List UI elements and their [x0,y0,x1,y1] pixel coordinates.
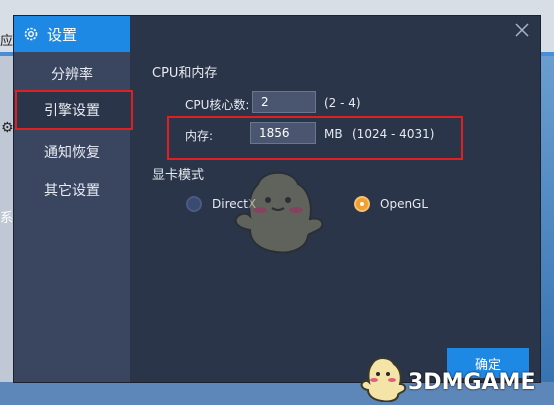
background-right-strip [540,56,554,405]
cpu-memory-section-title: CPU和内存 [152,66,218,81]
settings-sidebar: 设置 分辨率 引擎设置 通知恢复 其它设置 [14,16,130,382]
sidebar-item-label: 通知恢复 [44,145,100,161]
sidebar-header: 设置 [14,16,130,52]
sidebar-item-label: 分辨率 [51,67,93,83]
sidebar-header-title: 设置 [47,25,78,44]
settings-dialog: 设置 分辨率 引擎设置 通知恢复 其它设置 CPU和内存 CPU核心数: (2 … [14,16,540,382]
highlight-box-memory [167,116,463,160]
gear-icon [23,26,39,42]
cpu-cores-input[interactable] [252,91,316,113]
directx-radio[interactable] [186,196,202,212]
background-gear-icon: ⚙ [1,120,14,136]
gpu-mode-section-title: 显卡模式 [152,168,205,183]
watermark-mascot-icon [360,357,407,402]
sidebar-item-label: 其它设置 [44,183,100,199]
settings-content: CPU和内存 CPU核心数: (2 - 4) 内存: MB (1024 - 40… [130,16,540,382]
sidebar-item-other-settings[interactable]: 其它设置 [14,172,130,208]
close-icon[interactable] [514,22,530,38]
sidebar-item-notification-restore[interactable]: 通知恢复 [14,134,130,170]
watermark-text: 3DMGAME [408,370,536,395]
background-edge-text-2: 系 [0,211,14,226]
sidebar-item-resolution[interactable]: 分辨率 [14,56,130,92]
opengl-radio[interactable] [354,196,370,212]
background-left-strip [0,56,14,405]
mascot-watermark-icon [234,171,324,254]
opengl-label: OpenGL [380,197,429,211]
cpu-cores-label: CPU核心数: [185,98,250,112]
highlight-box-engine-settings [15,90,133,130]
cpu-cores-range: (2 - 4) [324,96,361,110]
